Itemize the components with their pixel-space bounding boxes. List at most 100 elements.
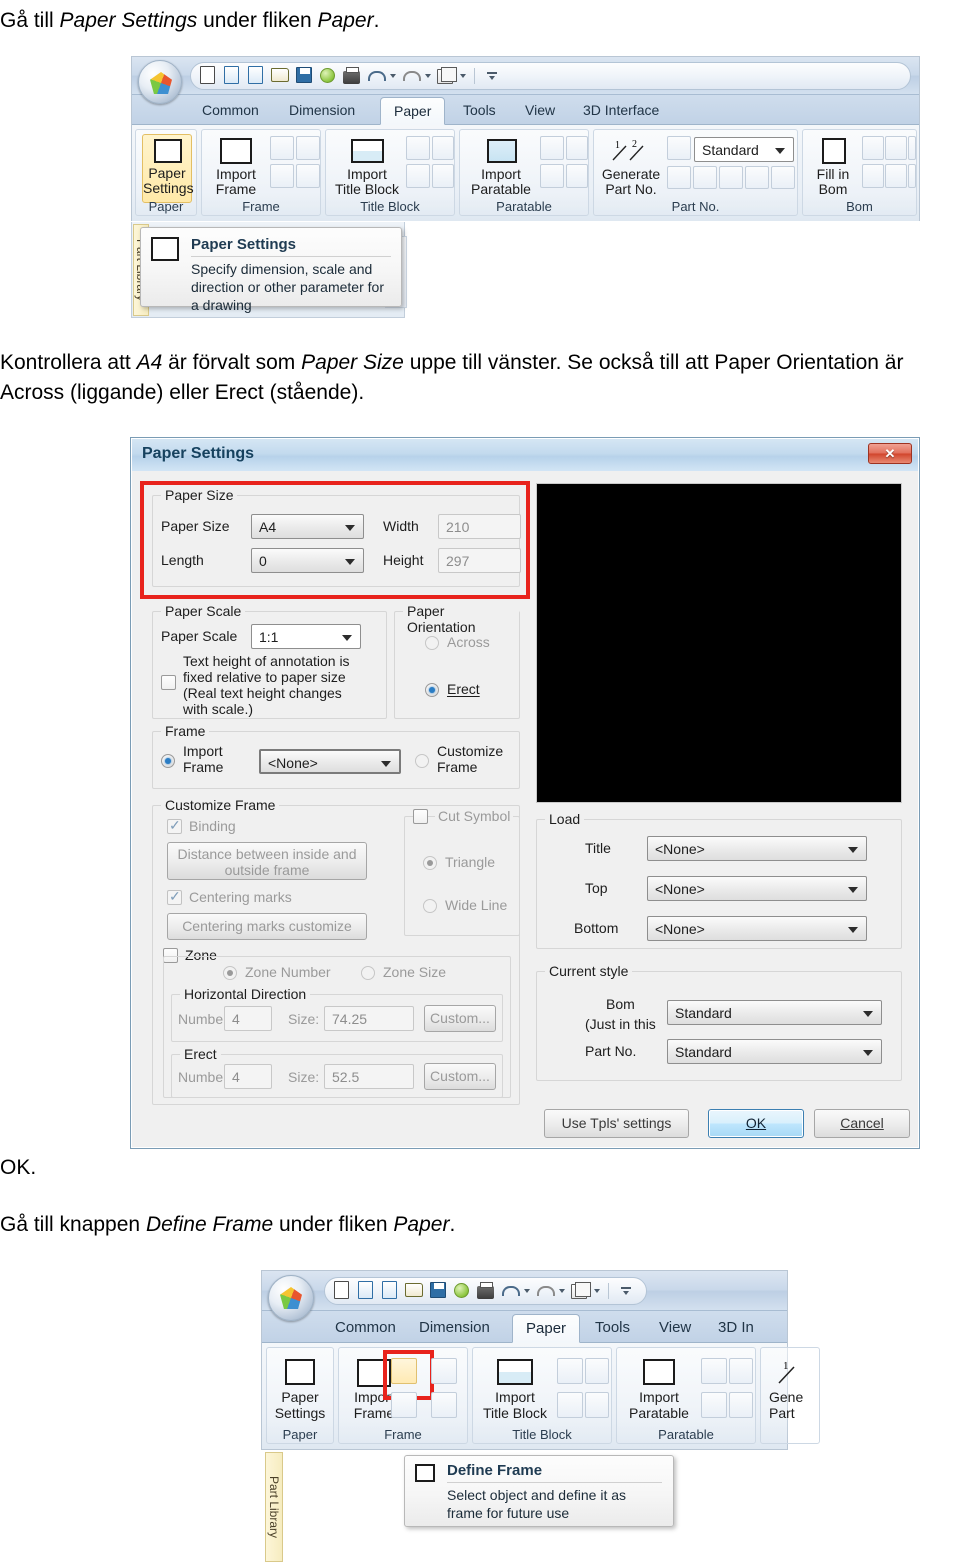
insert-frame-icon[interactable] bbox=[296, 136, 320, 160]
open-folder-icon[interactable] bbox=[404, 1281, 423, 1300]
bom-edit-icon[interactable] bbox=[862, 136, 884, 160]
status-circle-icon[interactable] bbox=[318, 66, 337, 85]
tab-paper-2[interactable]: Paper bbox=[512, 1314, 581, 1343]
new-file-icon[interactable] bbox=[332, 1281, 351, 1300]
edit-paratable-icon-2[interactable] bbox=[701, 1392, 727, 1418]
layers-icon[interactable] bbox=[570, 1281, 591, 1300]
tab-view[interactable]: View bbox=[512, 97, 568, 125]
tab-common-2[interactable]: Common bbox=[322, 1314, 409, 1343]
tab-3d-interface-2[interactable]: 3D In bbox=[705, 1314, 767, 1343]
current-style-bom-combo[interactable]: Standard bbox=[667, 1000, 882, 1025]
customize-toolbar-icon[interactable] bbox=[483, 66, 502, 85]
edit-paratable-icon[interactable] bbox=[540, 164, 564, 188]
define-paratable-icon-2[interactable] bbox=[701, 1358, 727, 1384]
part-no-style-combo[interactable]: Standard bbox=[694, 137, 794, 162]
bom-export-icon[interactable] bbox=[908, 136, 916, 160]
title-block-text-icon[interactable] bbox=[432, 136, 454, 160]
cut-symbol-checkbox[interactable] bbox=[413, 809, 428, 824]
radio-import-frame[interactable] bbox=[161, 754, 175, 768]
radio-triangle[interactable] bbox=[423, 856, 437, 870]
centering-marks-customize-button[interactable]: Centering marks customize bbox=[167, 913, 367, 940]
part-no-tool-2-icon[interactable] bbox=[693, 166, 717, 189]
edit-frame-icon-2[interactable] bbox=[391, 1392, 417, 1418]
load-bottom-combo[interactable]: <None> bbox=[647, 916, 867, 941]
tab-view-2[interactable]: View bbox=[646, 1314, 704, 1343]
frame-source-combo[interactable]: <None> bbox=[259, 749, 401, 774]
radio-customize-frame[interactable] bbox=[415, 754, 429, 768]
status-circle-icon[interactable] bbox=[452, 1281, 471, 1300]
layers-dropdown-icon[interactable] bbox=[460, 73, 466, 78]
length-combo[interactable]: 0 bbox=[251, 548, 364, 573]
define-frame-icon-2[interactable] bbox=[391, 1358, 417, 1384]
open-folder-icon[interactable] bbox=[270, 66, 289, 85]
paper-size-combo[interactable]: A4 bbox=[251, 514, 364, 539]
define-paratable-icon[interactable] bbox=[540, 136, 564, 160]
tab-tools[interactable]: Tools bbox=[450, 97, 509, 125]
paper-settings-button[interactable]: Paper Settings bbox=[142, 134, 194, 203]
edit-title-block-icon[interactable] bbox=[406, 164, 430, 188]
new-from-template-icon[interactable] bbox=[222, 66, 241, 85]
paratable-text-icon-2[interactable] bbox=[729, 1358, 753, 1384]
undo-icon[interactable] bbox=[366, 66, 386, 85]
define-title-block-icon-2[interactable] bbox=[557, 1358, 583, 1384]
generate-part-no-button-2[interactable]: 1 Gene Part bbox=[765, 1354, 819, 1430]
print-icon[interactable] bbox=[342, 66, 361, 85]
new-sheet-icon[interactable] bbox=[380, 1281, 399, 1300]
close-icon[interactable]: ✕ bbox=[868, 443, 912, 464]
radio-erect[interactable] bbox=[425, 683, 439, 697]
radio-zone-size[interactable] bbox=[361, 966, 375, 980]
radio-wide-line[interactable] bbox=[423, 899, 437, 913]
customize-toolbar-icon[interactable] bbox=[617, 1281, 636, 1300]
edit-frame-icon[interactable] bbox=[270, 164, 294, 188]
new-file-icon[interactable] bbox=[198, 66, 217, 85]
current-style-part-no-combo[interactable]: Standard bbox=[667, 1039, 882, 1064]
redo-icon[interactable] bbox=[535, 1281, 555, 1300]
horizontal-number-field[interactable]: 4 bbox=[224, 1006, 272, 1031]
save-title-block-icon-2[interactable] bbox=[585, 1392, 609, 1418]
tab-common[interactable]: Common bbox=[189, 97, 272, 125]
import-title-block-button[interactable]: Import Title Block bbox=[331, 135, 403, 203]
use-tpls-settings-button[interactable]: Use Tpls' settings bbox=[544, 1109, 689, 1138]
part-no-tool-5-icon[interactable] bbox=[771, 166, 795, 189]
save-icon[interactable] bbox=[294, 66, 313, 85]
import-title-block-button-2[interactable]: Import Title Block bbox=[477, 1354, 553, 1430]
undo-dropdown-icon[interactable] bbox=[390, 73, 396, 78]
horizontal-custom-button[interactable]: Custom... bbox=[424, 1005, 496, 1032]
load-top-combo[interactable]: <None> bbox=[647, 876, 867, 901]
new-from-template-icon[interactable] bbox=[356, 1281, 375, 1300]
erect-size-field[interactable]: 52.5 bbox=[324, 1064, 414, 1089]
tab-dimension[interactable]: Dimension bbox=[276, 97, 368, 125]
import-paratable-button[interactable]: Import Paratable bbox=[465, 135, 537, 203]
print-icon[interactable] bbox=[476, 1281, 495, 1300]
part-no-tool-1-icon[interactable] bbox=[667, 166, 691, 189]
application-orb-icon[interactable] bbox=[138, 60, 182, 104]
part-library-sidetab-2[interactable]: Part Library bbox=[265, 1452, 283, 1562]
height-field[interactable]: 297 bbox=[438, 548, 521, 573]
radio-across[interactable] bbox=[425, 636, 439, 650]
erect-custom-button[interactable]: Custom... bbox=[424, 1063, 496, 1090]
redo-dropdown-icon[interactable] bbox=[559, 1288, 565, 1293]
width-field[interactable]: 210 bbox=[438, 514, 521, 539]
insert-frame-icon-2[interactable] bbox=[431, 1358, 457, 1384]
layers-icon[interactable] bbox=[436, 66, 457, 85]
edit-title-block-icon-2[interactable] bbox=[557, 1392, 583, 1418]
distance-frame-button[interactable]: Distance between inside and outside fram… bbox=[167, 842, 367, 880]
part-no-tool-3-icon[interactable] bbox=[719, 166, 743, 189]
save-paratable-icon[interactable] bbox=[566, 164, 588, 188]
erect-number-field[interactable]: 4 bbox=[224, 1064, 272, 1089]
define-frame-icon[interactable] bbox=[270, 136, 294, 160]
redo-dropdown-icon[interactable] bbox=[425, 73, 431, 78]
save-title-block-icon[interactable] bbox=[432, 164, 454, 188]
tab-paper[interactable]: Paper bbox=[380, 97, 446, 125]
paratable-text-icon[interactable] bbox=[566, 136, 588, 160]
paper-settings-button-2[interactable]: Paper Settings bbox=[273, 1354, 327, 1430]
undo-icon[interactable] bbox=[500, 1281, 520, 1300]
fill-in-bom-button[interactable]: Fill in Bom bbox=[807, 135, 859, 203]
layers-dropdown-icon[interactable] bbox=[594, 1288, 600, 1293]
dialog-titlebar[interactable]: Paper Settings ✕ bbox=[132, 439, 918, 471]
define-title-block-icon[interactable] bbox=[406, 136, 430, 160]
part-no-style-icon[interactable] bbox=[667, 136, 691, 160]
ok-button[interactable]: OK bbox=[708, 1109, 804, 1138]
import-paratable-button-2[interactable]: Import Paratable bbox=[621, 1354, 697, 1430]
title-block-text-icon-2[interactable] bbox=[585, 1358, 609, 1384]
